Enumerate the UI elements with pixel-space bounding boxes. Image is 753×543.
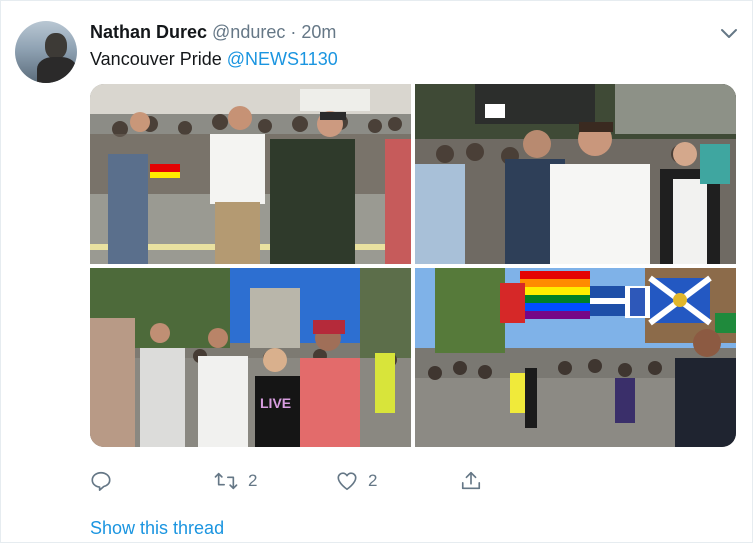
share-button[interactable] xyxy=(460,467,482,495)
like-count: 2 xyxy=(368,471,378,490)
avatar[interactable] xyxy=(15,21,77,83)
retweet-icon xyxy=(214,470,238,492)
header-separator: · xyxy=(290,22,297,42)
caret-down-icon[interactable] xyxy=(719,23,739,43)
tweet-actions: 2 2 xyxy=(90,467,690,495)
retweet-button[interactable]: 2 xyxy=(214,467,257,495)
photo-1[interactable] xyxy=(90,84,411,264)
tweet-card[interactable]: Nathan Durec @ndurec · 20m Vancouver Pri… xyxy=(0,0,753,543)
share-icon xyxy=(460,470,482,492)
retweet-count: 2 xyxy=(248,471,258,490)
author-name[interactable]: Nathan Durec xyxy=(90,22,207,43)
avatar-body xyxy=(37,57,77,83)
media-grid: LIVE xyxy=(90,84,736,447)
author-handle[interactable]: @ndurec xyxy=(212,22,285,43)
mention-link[interactable]: @NEWS1130 xyxy=(227,49,338,69)
tweet-timestamp[interactable]: 20m xyxy=(301,22,336,43)
reply-button[interactable] xyxy=(90,467,122,495)
photo-4[interactable] xyxy=(415,268,736,447)
like-button[interactable]: 2 xyxy=(336,467,377,495)
tweet-text: Vancouver Pride @NEWS1130 xyxy=(90,49,338,70)
avatar-head xyxy=(45,33,67,59)
reply-icon xyxy=(90,470,112,492)
tweet-text-body: Vancouver Pride xyxy=(90,49,227,69)
tweet-header: Nathan Durec @ndurec · 20m xyxy=(90,22,336,44)
photo-3[interactable]: LIVE xyxy=(90,268,411,447)
photo-2[interactable] xyxy=(415,84,736,264)
show-thread-link[interactable]: Show this thread xyxy=(90,518,224,539)
svg-text:LIVE: LIVE xyxy=(260,395,291,411)
like-icon xyxy=(336,470,358,492)
